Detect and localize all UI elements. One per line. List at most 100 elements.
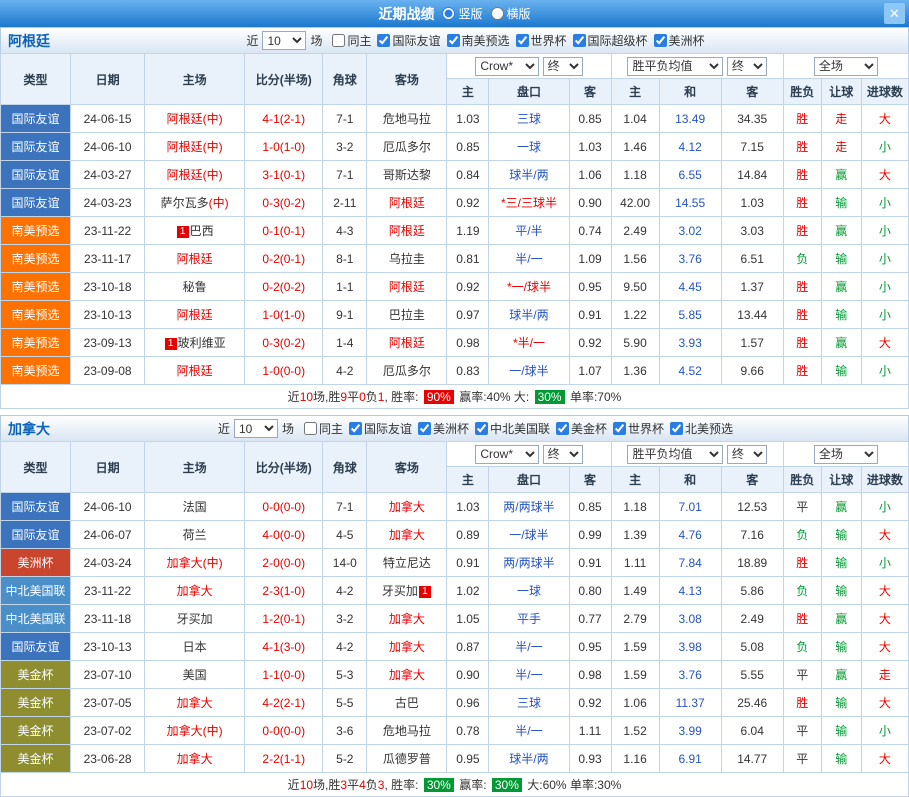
match-score: 4-1(3-0) <box>245 633 323 661</box>
handicap-odds-home: 0.85 <box>447 133 489 161</box>
handicap-line: 平手 <box>489 605 569 633</box>
home-team: 美国 <box>145 661 245 689</box>
summary-segment: 60% <box>543 778 567 792</box>
filter-checkbox[interactable] <box>349 422 362 435</box>
filter-国际友谊[interactable]: 国际友谊 <box>377 32 440 49</box>
filter-世界杯[interactable]: 世界杯 <box>516 32 567 49</box>
filter-美金杯[interactable]: 美金杯 <box>556 420 607 437</box>
result-goals: 小 <box>861 549 908 577</box>
bookmaker-select[interactable]: Crow* <box>475 445 539 464</box>
handicap-line: 平/半 <box>489 217 569 245</box>
filter-checkbox[interactable] <box>613 422 626 435</box>
filter-美洲杯[interactable]: 美洲杯 <box>418 420 469 437</box>
handicap-odds-home: 0.90 <box>447 661 489 689</box>
result-wdl: 胜 <box>783 301 821 329</box>
match-row: 南美预选23-10-18秘鲁0-2(0-2)1-1阿根廷0.92*一/球半0.9… <box>1 273 909 301</box>
avg-odds-select[interactable]: 胜平负均值 <box>627 445 723 464</box>
team-name-text: 乌拉圭 <box>389 252 425 266</box>
avg-final-select[interactable]: 终 <box>727 57 767 76</box>
close-button[interactable]: ✕ <box>884 3 905 24</box>
col-handicap-line: 盘口 <box>489 79 569 105</box>
avg-odds-select[interactable]: 胜平负均值 <box>627 57 723 76</box>
filter-checkbox[interactable] <box>573 34 586 47</box>
avg-odds-draw: 7.01 <box>659 493 721 521</box>
handicap-final-select[interactable]: 终 <box>543 445 583 464</box>
match-count-select[interactable]: 10 <box>262 31 306 50</box>
team-name-text: 哥斯达黎 <box>383 168 431 182</box>
filter-世界杯[interactable]: 世界杯 <box>613 420 664 437</box>
team-name-text: 加拿大 <box>389 500 425 514</box>
handicap-line: 两/两球半 <box>489 493 569 521</box>
match-score: 0-2(0-2) <box>245 273 323 301</box>
avg-odds-draw: 4.76 <box>659 521 721 549</box>
avg-odds-home: 9.50 <box>611 273 659 301</box>
handicap-odds-home: 0.83 <box>447 357 489 385</box>
match-date: 24-03-27 <box>71 161 145 189</box>
avg-odds-away: 18.89 <box>721 549 783 577</box>
handicap-odds-away: 1.06 <box>569 161 611 189</box>
filter-checkbox[interactable] <box>418 422 431 435</box>
team-name-text: 加拿大 <box>167 724 203 738</box>
filter-同主[interactable]: 同主 <box>304 420 343 437</box>
filter-中北美国联[interactable]: 中北美国联 <box>475 420 550 437</box>
scope-select[interactable]: 全场 <box>814 57 878 76</box>
result-handicap: 赢 <box>821 161 861 189</box>
filter-checkbox[interactable] <box>654 34 667 47</box>
filter-checkbox[interactable] <box>475 422 488 435</box>
match-type: 南美预选 <box>1 357 71 385</box>
handicap-final-select[interactable]: 终 <box>543 57 583 76</box>
avg-odds-home: 1.52 <box>611 717 659 745</box>
scope-select[interactable]: 全场 <box>814 445 878 464</box>
filter-北美预选[interactable]: 北美预选 <box>670 420 733 437</box>
filter-label: 中北美国联 <box>490 420 550 437</box>
layout-radio-vertical-label: 竖版 <box>458 5 482 22</box>
team-name-text: 牙买加 <box>382 584 418 598</box>
filter-南美预选[interactable]: 南美预选 <box>447 32 510 49</box>
filter-label: 北美预选 <box>685 420 733 437</box>
filter-checkbox[interactable] <box>556 422 569 435</box>
match-date: 24-03-24 <box>71 549 145 577</box>
filter-国际超级杯[interactable]: 国际超级杯 <box>573 32 648 49</box>
bookmaker-select[interactable]: Crow* <box>475 57 539 76</box>
filter-checkbox[interactable] <box>332 34 345 47</box>
match-type: 国际友谊 <box>1 105 71 133</box>
layout-radio-horizontal[interactable]: 横版 <box>491 5 531 22</box>
avg-final-select[interactable]: 终 <box>727 445 767 464</box>
corners-score: 4-3 <box>323 217 367 245</box>
filter-checkbox[interactable] <box>670 422 683 435</box>
layout-radio-vertical-input[interactable] <box>442 7 455 20</box>
filter-checkbox[interactable] <box>304 422 317 435</box>
home-team: 日本 <box>145 633 245 661</box>
result-wdl: 胜 <box>783 189 821 217</box>
filter-国际友谊[interactable]: 国际友谊 <box>349 420 412 437</box>
filter-checkbox[interactable] <box>516 34 529 47</box>
team-name-text: 加拿大 <box>177 752 213 766</box>
filter-bar: 近 10 场 同主国际友谊美洲杯中北美国联美金杯世界杯北美预选 <box>50 419 901 438</box>
match-date: 23-09-08 <box>71 357 145 385</box>
layout-radio-vertical[interactable]: 竖版 <box>442 5 482 22</box>
team-name-text: 美国 <box>183 668 207 682</box>
match-row: 美金杯23-06-28加拿大2-2(1-1)5-2瓜德罗普0.95球半/两0.9… <box>1 745 909 773</box>
match-count-select[interactable]: 10 <box>234 419 278 438</box>
filter-checkbox[interactable] <box>377 34 390 47</box>
filter-checkbox[interactable] <box>447 34 460 47</box>
handicap-odds-home: 0.95 <box>447 745 489 773</box>
result-wdl: 胜 <box>783 273 821 301</box>
col-score: 比分(半场) <box>245 54 323 105</box>
result-handicap: 走 <box>821 105 861 133</box>
matches-body: 国际友谊24-06-15阿根廷(中)4-1(2-1)7-1危地马拉1.03三球0… <box>1 105 909 385</box>
match-score: 1-1(0-0) <box>245 661 323 689</box>
home-team: 法国 <box>145 493 245 521</box>
handicap-line: *一/球半 <box>489 273 569 301</box>
team-name-text: 加拿大 <box>389 528 425 542</box>
col-avg-draw: 和 <box>659 79 721 105</box>
home-team: 萨尔瓦多(中) <box>145 189 245 217</box>
filter-美洲杯[interactable]: 美洲杯 <box>654 32 705 49</box>
layout-radio-horizontal-input[interactable] <box>491 7 504 20</box>
result-goals: 小 <box>861 273 908 301</box>
handicap-odds-home: 0.89 <box>447 521 489 549</box>
filter-label: 世界杯 <box>531 32 567 49</box>
handicap-odds-away: 0.77 <box>569 605 611 633</box>
summary-segment: 赢率: <box>456 390 487 404</box>
filter-同主[interactable]: 同主 <box>332 32 371 49</box>
